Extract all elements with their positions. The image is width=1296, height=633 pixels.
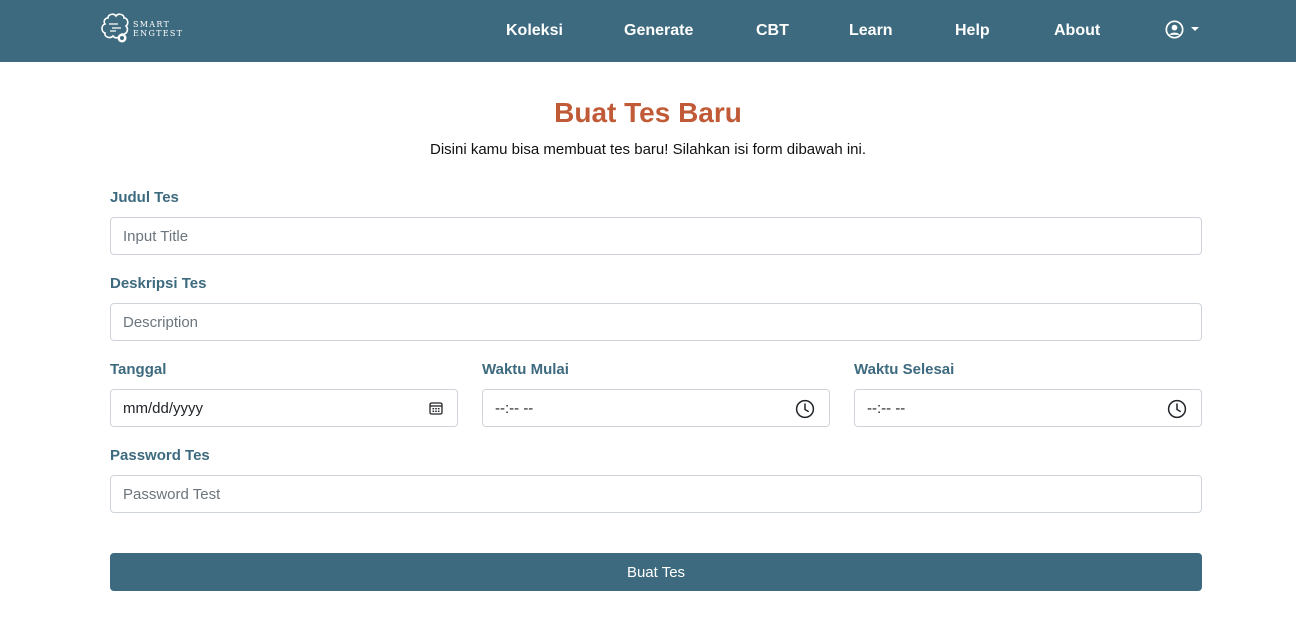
clock-icon[interactable] [795,399,815,419]
brand-line-2: ENGTEST [133,29,184,38]
calendar-icon[interactable] [429,401,443,415]
judul-tes-input[interactable]: Input Title [110,217,1202,255]
cloud-brain-icon [101,13,129,43]
nav-item-cbt[interactable]: CBT [756,21,789,41]
nav-item-about[interactable]: About [1054,21,1100,41]
nav-item-help[interactable]: Help [955,21,990,41]
deskripsi-tes-label: Deskripsi Tes [110,275,207,292]
tanggal-label: Tanggal [110,361,167,378]
clock-icon[interactable] [1167,399,1187,419]
judul-tes-label: Judul Tes [110,189,179,206]
caret-down-icon [1191,27,1199,31]
user-circle-icon [1165,19,1184,39]
password-tes-placeholder: Password Test [123,485,221,503]
deskripsi-tes-input[interactable]: Description [110,303,1202,341]
tanggal-value: mm/dd/yyyy [123,399,204,417]
user-menu-toggle[interactable] [1165,18,1199,40]
waktu-selesai-time-input[interactable]: --:-- -- [854,389,1202,427]
buat-tes-button[interactable]: Buat Tes [110,553,1202,591]
nav-item-learn[interactable]: Learn [849,21,893,41]
password-tes-label: Password Tes [110,447,210,464]
waktu-mulai-value: --:-- -- [495,399,534,417]
brand-logo[interactable]: SMART ENGTEST [100,11,190,47]
tanggal-date-input[interactable]: mm/dd/yyyy [110,389,458,427]
brand-wordmark: SMART ENGTEST [133,20,183,38]
nav-item-koleksi[interactable]: Koleksi [506,21,563,41]
navbar: SMART ENGTEST Koleksi Generate CBT Learn… [0,0,1296,62]
waktu-selesai-value: --:-- -- [867,399,906,417]
deskripsi-tes-placeholder: Description [123,313,199,331]
page-subtitle: Disini kamu bisa membuat tes baru! Silah… [429,141,867,158]
password-tes-input[interactable]: Password Test [110,475,1202,513]
nav-item-generate[interactable]: Generate [624,21,693,41]
waktu-mulai-time-input[interactable]: --:-- -- [482,389,830,427]
waktu-selesai-label: Waktu Selesai [854,361,955,378]
page-title: Buat Tes Baru [554,97,742,128]
brand-line-1: SMART [133,20,171,29]
judul-tes-placeholder: Input Title [123,227,189,245]
waktu-mulai-label: Waktu Mulai [482,361,569,378]
